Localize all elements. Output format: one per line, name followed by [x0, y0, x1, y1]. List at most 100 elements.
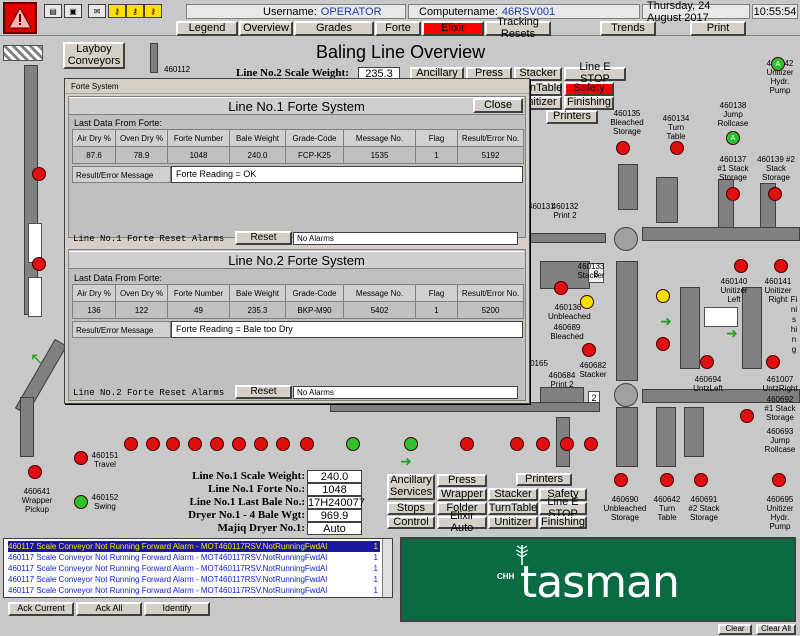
clear-button[interactable]: Clear — [718, 624, 752, 635]
close-button[interactable]: Close — [473, 98, 523, 113]
line-e-stop-button[interactable]: Line E STOP — [564, 62, 626, 85]
motor-indicator[interactable] — [656, 289, 670, 303]
motor-indicator[interactable] — [726, 187, 740, 201]
motor-indicator[interactable] — [232, 437, 246, 451]
label-460694: 460694 UntzLeft — [693, 375, 723, 393]
ancillary-services-button[interactable]: Ancillary Services — [387, 474, 435, 500]
motor-indicator[interactable] — [166, 437, 180, 451]
alarm-row[interactable]: 460117 Scale Conveyor Not Running Forwar… — [8, 563, 380, 574]
elixir-auto-button[interactable]: Elixir Auto — [437, 510, 487, 533]
alarm-row[interactable]: 460117 Scale Conveyor Not Running Forwar… — [8, 541, 380, 552]
nav-overview[interactable]: Overview — [239, 21, 293, 36]
identify-button[interactable]: Identify — [144, 602, 210, 616]
motor-indicator[interactable] — [74, 451, 88, 465]
ack-current-button[interactable]: Ack Current — [8, 602, 74, 616]
motor-indicator[interactable] — [616, 141, 630, 155]
wrapper-button[interactable]: Wrapper — [437, 488, 487, 501]
motor-indicator[interactable] — [580, 295, 594, 309]
alarm-scrollbar[interactable] — [382, 539, 392, 597]
nav-grades[interactable]: Grades — [294, 21, 374, 36]
motor-indicator[interactable] — [560, 437, 574, 451]
motor-indicator[interactable] — [694, 473, 708, 487]
nav-elixir[interactable]: Elixir — [422, 21, 484, 36]
line-e-stop-button-bottom[interactable]: Line E STOP — [539, 496, 587, 519]
stops-button[interactable]: Stops — [387, 502, 435, 515]
stacker-button-bottom[interactable]: Stacker — [488, 488, 538, 501]
label-460151: 460151 Travel — [91, 451, 119, 469]
motor-indicator[interactable] — [460, 437, 474, 451]
control-button[interactable]: Control — [387, 516, 435, 529]
motor-indicator[interactable] — [300, 437, 314, 451]
dialog-titlebar[interactable]: Forte System — [65, 79, 529, 94]
printers-button-bottom[interactable]: Printers — [516, 473, 572, 486]
unitizer-button-bottom[interactable]: Unitizer — [488, 516, 538, 529]
conveyor-460112 — [150, 43, 158, 73]
line1-result-message-value: Forte Reading = OK — [171, 166, 523, 183]
motor-indicator[interactable] — [740, 409, 754, 423]
motor-indicator[interactable] — [124, 437, 138, 451]
key-icon-3[interactable]: ⚷ — [144, 4, 162, 18]
printers-button[interactable]: Printers — [546, 110, 598, 124]
ack-all-button[interactable]: Ack All — [76, 602, 142, 616]
motor-indicator[interactable] — [188, 437, 202, 451]
key-icon[interactable]: ⚷ — [108, 4, 126, 18]
turntable-button-bottom[interactable]: TurnTable — [488, 502, 538, 515]
alarm-row[interactable]: 460117 Scale Conveyor Not Running Forwar… — [8, 552, 380, 563]
motor-indicator[interactable] — [772, 473, 786, 487]
motor-indicator[interactable] — [656, 337, 670, 351]
line2-reset-button[interactable]: Reset — [235, 385, 292, 399]
motor-indicator[interactable] — [146, 437, 160, 451]
motor-indicator[interactable] — [660, 473, 674, 487]
alarm-bell-icon[interactable] — [3, 2, 37, 34]
nav-trends[interactable]: Trends — [600, 21, 656, 36]
alarm-row[interactable]: 460117 Scale Conveyor Not Running Forwar… — [8, 574, 380, 585]
nav-print[interactable]: Print — [690, 21, 746, 36]
motor-indicator[interactable] — [768, 187, 782, 201]
motor-indicator[interactable] — [584, 437, 598, 451]
label-460137: 460137 #1 Stack Storage — [717, 155, 749, 182]
line1-forte-no-value: 1048 — [307, 483, 362, 496]
motor-indicator[interactable] — [346, 437, 360, 451]
alarm-row[interactable]: 460117 Scale Conveyor Not Running Forwar… — [8, 585, 380, 596]
motor-indicator[interactable] — [536, 437, 550, 451]
motor-indicator[interactable] — [734, 259, 748, 273]
key-icon-2[interactable]: ⚷ — [126, 4, 144, 18]
press-button-bottom[interactable]: Press — [437, 474, 487, 487]
motor-indicator[interactable] — [254, 437, 268, 451]
motor-indicator[interactable] — [210, 437, 224, 451]
line2-alarm-status: No Alarms — [293, 386, 518, 399]
motor-indicator[interactable] — [614, 473, 628, 487]
nav-legend[interactable]: Legend — [176, 21, 238, 36]
motor-indicator[interactable] — [276, 437, 290, 451]
motor-indicator[interactable] — [404, 437, 418, 451]
motor-indicator[interactable] — [774, 259, 788, 273]
motor-indicator[interactable] — [74, 495, 88, 509]
nav-tracking-resets[interactable]: Tracking Resets — [485, 16, 551, 39]
line1-reset-button[interactable]: Reset — [235, 231, 292, 245]
motor-indicator[interactable] — [32, 257, 46, 271]
motor-indicator[interactable] — [670, 141, 684, 155]
motor-indicator[interactable]: A — [771, 57, 785, 71]
safety-button[interactable]: Safety — [564, 82, 614, 96]
nav-forte[interactable]: Forte — [375, 21, 421, 36]
clear-all-button[interactable]: Clear All — [756, 624, 796, 635]
label-460139: 460139 #2 Stack Storage — [757, 155, 795, 182]
alarm-text: 460117 Scale Conveyor Not Running Forwar… — [8, 553, 328, 562]
motor-indicator[interactable] — [32, 167, 46, 181]
motor-indicator[interactable] — [554, 281, 568, 295]
motor-indicator[interactable] — [700, 355, 714, 369]
mail-icon[interactable]: ✉ — [88, 4, 106, 18]
col-air-dry: Air Dry % — [72, 129, 116, 147]
majiq-dryer-value: Auto — [307, 522, 362, 535]
screen-icon[interactable]: ▣ — [64, 4, 82, 18]
motor-indicator[interactable] — [766, 355, 780, 369]
motor-indicator[interactable]: A — [726, 131, 740, 145]
layboy-conveyors-button[interactable]: Layboy Conveyors — [63, 42, 125, 69]
motor-indicator[interactable] — [510, 437, 524, 451]
alarm-summary-list[interactable]: 460117 Scale Conveyor Not Running Forwar… — [3, 538, 393, 598]
print-icon[interactable]: ▤ — [44, 4, 62, 18]
finishing-button-bottom[interactable]: Finishing — [539, 516, 587, 529]
motor-indicator[interactable] — [582, 343, 596, 357]
finishing-button[interactable]: Finishing — [564, 96, 614, 110]
motor-indicator[interactable] — [28, 465, 42, 479]
